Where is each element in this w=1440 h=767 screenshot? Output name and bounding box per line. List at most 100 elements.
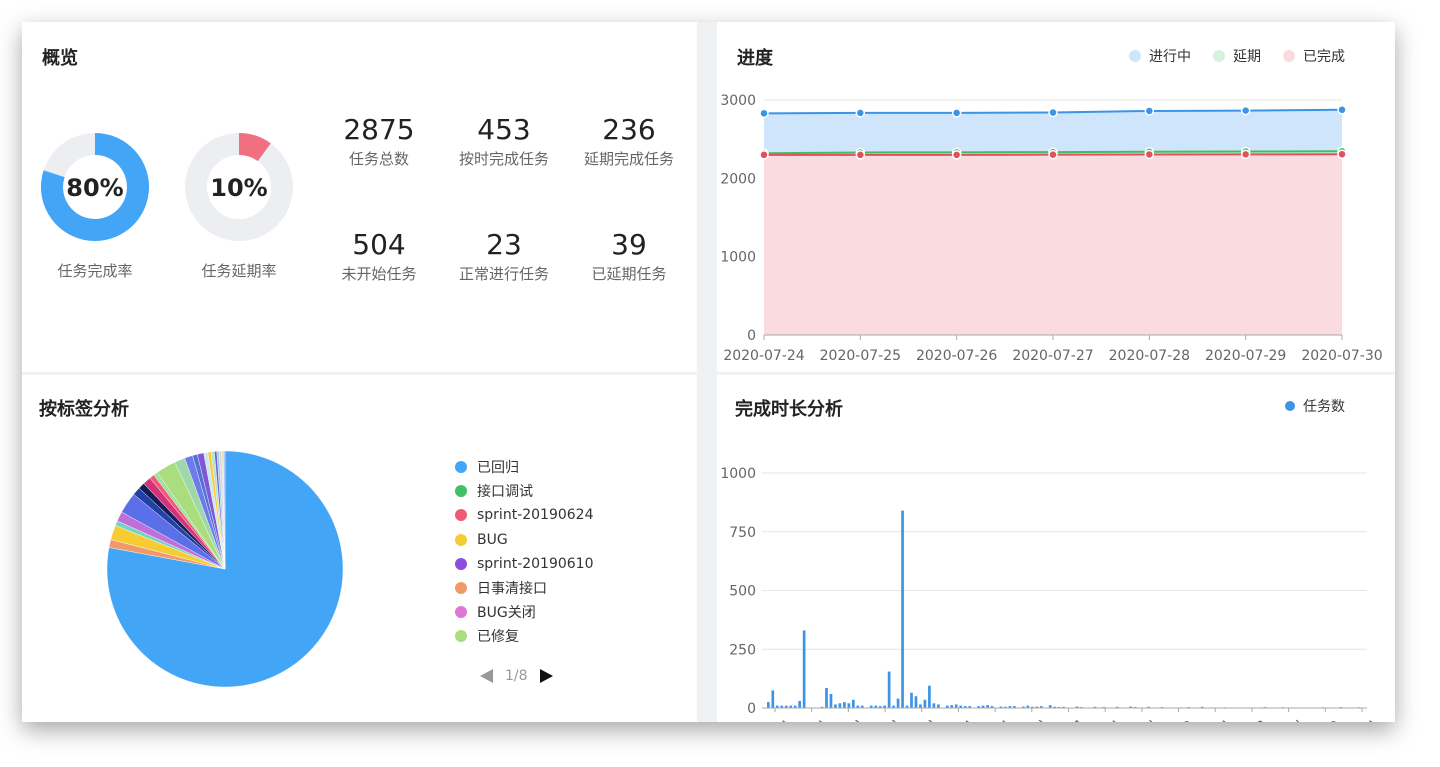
bar [919,704,922,708]
legend-label: 已修复 [477,629,519,646]
stat-not-started: 504 未开始任务 [319,229,439,284]
stat-overdue: 39 已延期任务 [569,229,689,284]
x-tick-label: 11天 [809,718,843,722]
legend-item[interactable]: BUG [455,528,594,552]
y-tick-label: 0 [747,701,756,717]
prev-page-icon[interactable] [480,669,493,683]
x-tick-label: 20天 [919,718,953,722]
data-point [759,150,769,160]
x-tick-label: 2020-07-29 [1205,348,1286,364]
series-area [764,154,1342,335]
x-tick-label: 172天 [1359,718,1395,722]
legend-item[interactable]: 已回归 [455,455,594,479]
donut-percent: 10% [210,174,267,202]
stat-label: 延期完成任务 [583,150,674,168]
stat-label: 正常进行任务 [458,265,549,283]
data-point [1337,105,1347,115]
stat-delayed-done: 236 延期完成任务 [569,114,689,169]
legend-dot [455,582,467,595]
stat-label: 按时完成任务 [458,150,549,168]
bar [847,703,851,708]
x-tick-label: 15天 [772,718,806,722]
x-tick-label: 28天 [882,718,916,722]
legend-dot [455,630,467,643]
overview-card: 概览 80% 任务完成率 10% 任务延期率 2875 任务总数 453 按时完… [22,22,697,372]
x-tick-label: 2020-07-30 [1301,348,1382,364]
bar [843,702,846,708]
bar [825,688,828,708]
y-tick-label: 0 [747,328,756,344]
y-tick-label: 2000 [720,171,756,187]
legend-dot [455,557,467,570]
stat-in-progress: 23 正常进行任务 [444,229,564,284]
data-point [1048,107,1058,118]
legend-label: sprint-20190624 [477,507,594,524]
data-point [1144,106,1155,116]
legend-item[interactable]: 接口调试 [455,479,594,503]
duration-bar-chart: 0 250 500 750 1000 15天11天24天28天20天19天16天22天54… [720,466,1395,722]
x-tick-label: 24天 [846,718,880,722]
data-point [1048,149,1058,160]
y-tick-label: 1000 [720,466,756,482]
bar [887,671,891,708]
bar [802,630,806,708]
bar [937,704,940,708]
legend-dot [455,461,467,474]
stat-label: 任务总数 [348,150,409,168]
donut-label: 任务完成率 [57,262,133,280]
progress-area-chart: 0 1000 2000 3000 2020-07-24 2020-07-25 2020-07… [720,93,1382,364]
legend-dot [455,533,467,546]
x-tick-label: 22天 [1029,718,1063,722]
data-point [1144,149,1155,160]
x-tick-label: 143天 [1212,718,1252,722]
bar [834,704,837,708]
donut-label: 任务延期率 [201,262,277,280]
data-point [759,108,769,119]
x-tick-label: 2020-07-24 [723,348,804,364]
x-tick-label: 54天 [1066,718,1100,722]
donut-percent: 80% [66,174,123,202]
legend-item[interactable]: sprint-20190624 [455,503,594,527]
bar [838,703,842,708]
stat-number: 504 [352,228,406,261]
x-tick-label: 19天 [956,718,990,722]
duration-card: 完成时长分析 任务数 0250500750100015天11天24天28天20天… [717,375,1395,722]
data-point [855,108,866,118]
progress-card: 进度 进行中 延期 已完成 0 1000 2000 3000 2020-07-24 202… [717,22,1395,372]
x-tick-label: 2020-07-27 [1012,348,1093,364]
tag-pie-chart [106,450,344,688]
stat-number: 39 [611,228,647,261]
legend-item[interactable]: sprint-20190610 [455,552,594,576]
tag-analysis-title: 按标签分析 [39,399,129,420]
legend-dot [455,485,467,498]
stat-number: 236 [602,113,656,146]
stat-ontime: 453 按时完成任务 [444,114,564,169]
delay-rate-donut: 10% [185,133,293,241]
bar [829,693,833,708]
y-tick-label: 1000 [720,250,756,266]
bar [914,696,918,708]
legend-item[interactable]: 日事清接口 [455,576,594,600]
data-point [1240,105,1251,116]
next-page-icon[interactable] [539,669,553,683]
overview-title: 概览 [42,48,78,69]
legend-label: 日事清接口 [477,581,547,598]
bar [932,703,936,708]
data-point [855,150,866,160]
stat-label: 已延期任务 [591,265,667,283]
stat-label: 未开始任务 [341,265,417,283]
legend-item[interactable]: BUG关闭 [455,600,594,624]
y-tick-label: 750 [729,525,756,541]
bar [928,685,931,708]
legend-item[interactable]: 已修复 [455,624,594,648]
pager-text: 1/8 [505,668,528,684]
bar [798,700,801,708]
data-point [1240,149,1251,160]
stat-number: 23 [486,228,522,261]
x-tick-label: 2020-07-28 [1109,348,1190,364]
completion-rate-donut: 80% [41,133,149,241]
x-tick-label: 2020-07-25 [820,348,901,364]
pie-legend: 已回归 接口调试 sprint-20190624 BUG sprint-2019… [455,455,594,649]
bar [901,510,904,708]
stat-number: 2875 [343,113,415,146]
